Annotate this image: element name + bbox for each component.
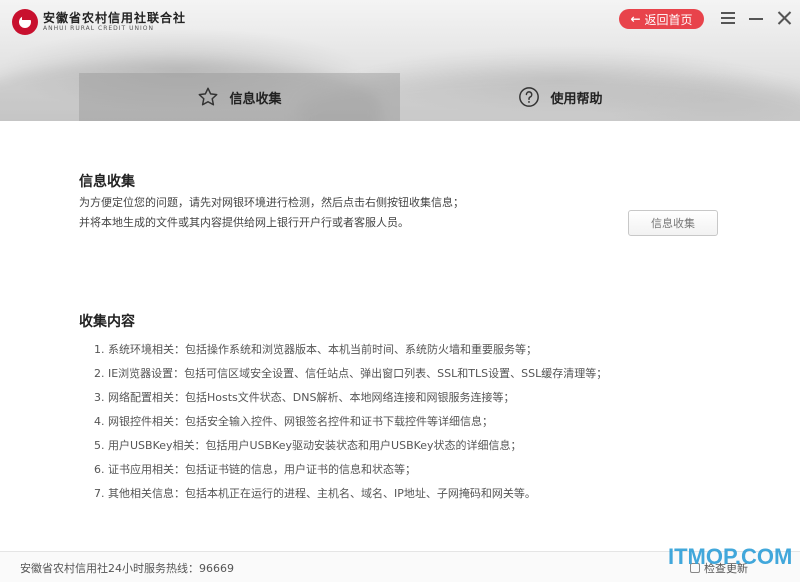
list-item: 5. 用户USBKey相关：包括用户USBKey驱动安装状态和用户USBKey状…	[94, 439, 522, 452]
return-home-label: 返回首页	[644, 12, 693, 27]
tab-help-label: 使用帮助	[550, 91, 603, 107]
arrow-left-icon: ←	[630, 12, 641, 26]
brand-name-cn: 安徽省农村信用社联合社	[43, 11, 187, 25]
tab-info-collect-label: 信息收集	[229, 91, 282, 107]
list-item: 1. 系统环境相关：包括操作系统和浏览器版本、本机当前时间、系统防火墙和重要服务…	[94, 343, 537, 356]
info-description: 为方便定位您的问题，请先对网银环境进行检测，然后点击右侧按钮收集信息； 并将本地…	[79, 193, 464, 233]
list-item: 3. 网络配置相关：包括Hosts文件状态、DNS解析、本地网络连接和网银服务连…	[94, 391, 515, 404]
menu-icon[interactable]	[718, 8, 738, 28]
list-item: 6. 证书应用相关：包括证书链的信息，用户证书的信息和状态等；	[94, 463, 416, 476]
tab-help[interactable]: 使用帮助	[400, 73, 721, 121]
close-icon[interactable]	[774, 8, 794, 28]
tab-info-collect[interactable]: 信息收集	[79, 73, 400, 121]
list-item: 4. 网银控件相关：包括安全输入控件、网银签名控件和证书下载控件等详细信息；	[94, 415, 493, 428]
collect-content-list: 1. 系统环境相关：包括操作系统和浏览器版本、本机当前时间、系统防火墙和重要服务…	[94, 340, 607, 508]
logo-icon	[12, 9, 38, 35]
brand-name-en: ANHUI RURAL CREDIT UNION	[43, 25, 154, 32]
brand-logo: 安徽省农村信用社联合社 ANHUI RURAL CREDIT UNION	[12, 9, 186, 35]
return-home-button[interactable]: ← 返回首页	[619, 9, 704, 29]
watermark-text: ITMOP.COM	[668, 544, 793, 569]
minimize-icon[interactable]	[746, 8, 766, 28]
header-banner: 安徽省农村信用社联合社 ANHUI RURAL CREDIT UNION ← 返…	[0, 0, 800, 121]
content-section-title: 收集内容	[79, 314, 135, 330]
collect-info-button[interactable]: 信息收集	[628, 210, 718, 236]
star-icon	[197, 86, 219, 108]
list-item: 2. IE浏览器设置：包括可信区域安全设置、信任站点、弹出窗口列表、SSL和TL…	[94, 367, 608, 380]
list-item: 7. 其他相关信息：包括本机正在运行的进程、主机名、域名、IP地址、子网掩码和网…	[94, 487, 536, 500]
info-section-title: 信息收集	[79, 174, 135, 190]
service-hotline: 安徽省农村信用社24小时服务热线：96669	[20, 562, 234, 575]
info-desc-line: 为方便定位您的问题，请先对网银环境进行检测，然后点击右侧按钮收集信息；	[79, 196, 464, 209]
info-desc-line: 并将本地生成的文件或其内容提供给网上银行开户行或者客服人员。	[79, 216, 409, 229]
logo-text: 安徽省农村信用社联合社 ANHUI RURAL CREDIT UNION	[43, 11, 186, 33]
help-circle-icon	[518, 86, 540, 108]
